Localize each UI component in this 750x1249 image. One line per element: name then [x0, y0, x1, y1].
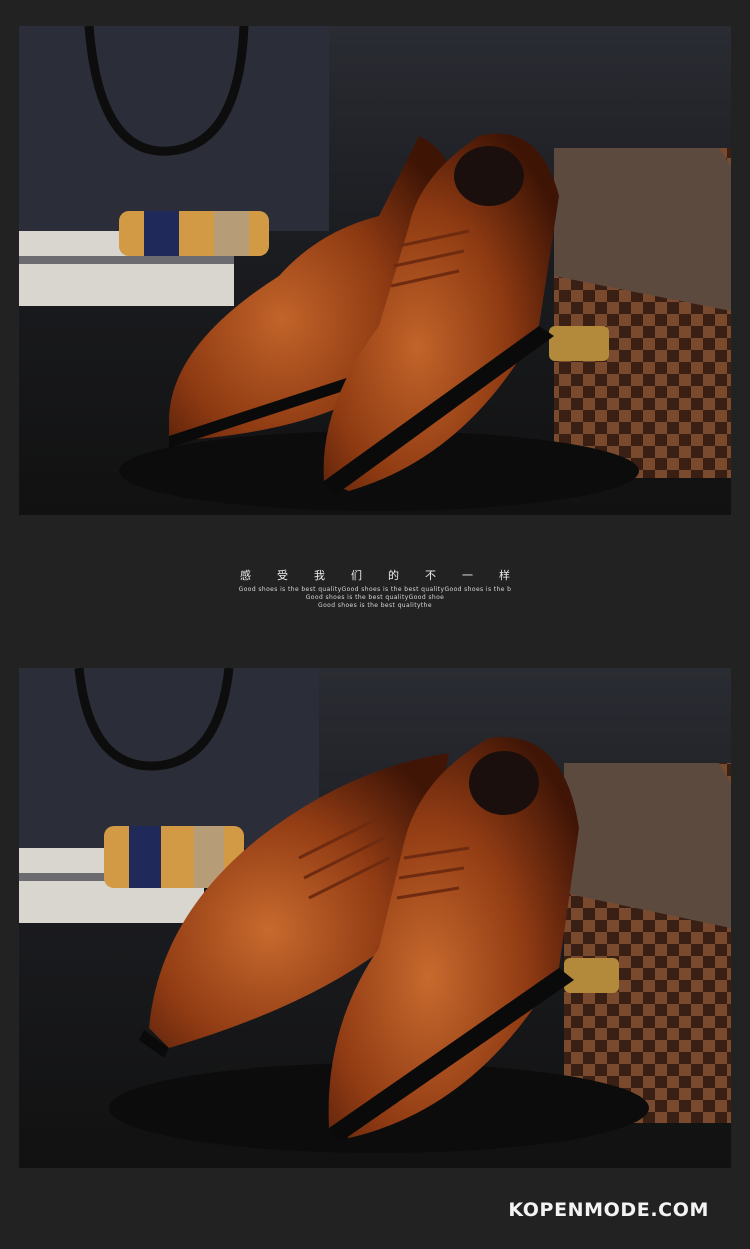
- shoe-illustration-bottom: [19, 668, 731, 1168]
- caption-line-2: Good shoes is the best qualityGood shoe: [305, 594, 445, 601]
- caption-block: 感受我们的不一样 Good shoes is the best qualityG…: [0, 566, 750, 610]
- product-photo-top: [19, 26, 731, 515]
- caption-headline: 感受我们的不一样: [240, 569, 536, 582]
- watermark: KOPENMODE.COM: [508, 1199, 709, 1221]
- product-photo-bottom: [19, 668, 731, 1168]
- shoe-illustration-top: [19, 26, 731, 515]
- caption-line-1: Good shoes is the best qualityGood shoes…: [238, 586, 512, 593]
- caption-line-3: Good shoes is the best qualitythe: [318, 602, 432, 609]
